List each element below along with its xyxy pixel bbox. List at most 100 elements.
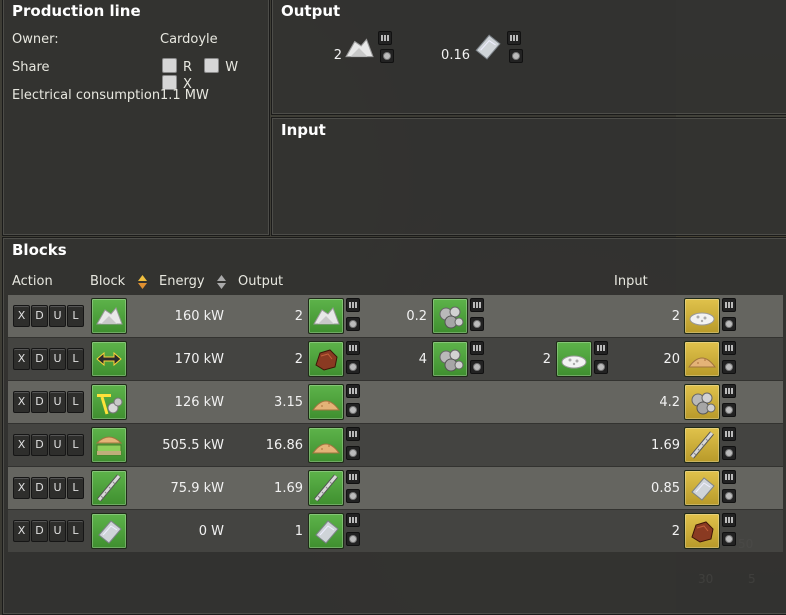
- input-panel: Input: [271, 117, 786, 236]
- factory-icon: [722, 513, 736, 527]
- output-item-button[interactable]: [308, 341, 344, 377]
- iron-ore-icon: [315, 349, 338, 371]
- input-value: 4.2: [659, 395, 680, 410]
- factory-icon: [470, 298, 484, 312]
- input-value: 2: [671, 524, 680, 539]
- gear-icon: [470, 317, 484, 331]
- factory-icon: [378, 31, 392, 45]
- block-recipe-button[interactable]: [91, 513, 127, 549]
- link-button[interactable]: L: [67, 348, 84, 370]
- output-item-button[interactable]: [308, 298, 344, 334]
- block-row: X D U L 75.9 kW 1.69 0.85: [8, 467, 783, 509]
- duplicate-button[interactable]: D: [31, 477, 48, 499]
- output-value: 1.69: [274, 481, 303, 496]
- input-item-button[interactable]: [684, 427, 720, 463]
- output-value: 3.15: [274, 395, 303, 410]
- output-item-button[interactable]: [308, 427, 344, 463]
- block-recipe-button[interactable]: [91, 470, 127, 506]
- up-button[interactable]: U: [49, 305, 66, 327]
- remove-button[interactable]: X: [13, 348, 30, 370]
- remove-button[interactable]: X: [13, 520, 30, 542]
- link-button[interactable]: L: [67, 477, 84, 499]
- output-value: 16.86: [265, 438, 303, 453]
- input-item-button[interactable]: [684, 341, 720, 377]
- remove-button[interactable]: X: [13, 391, 30, 413]
- energy-value: 75.9 kW: [170, 481, 224, 496]
- steel-plate-icon: [315, 520, 339, 544]
- factory-icon: [722, 298, 736, 312]
- share-write-label: W: [225, 60, 239, 75]
- block-recipe-button[interactable]: [91, 341, 127, 377]
- sand-bed-icon: [96, 436, 122, 456]
- input-item-button[interactable]: [684, 513, 720, 549]
- link-button[interactable]: L: [67, 520, 84, 542]
- crushed-stone-icon: [689, 312, 715, 326]
- input-item-button[interactable]: [684, 384, 720, 420]
- share-write-checkbox[interactable]: [204, 58, 220, 73]
- header-energy[interactable]: Energy: [159, 274, 205, 289]
- output-item-button[interactable]: [556, 341, 592, 377]
- duplicate-button[interactable]: D: [31, 348, 48, 370]
- duplicate-button[interactable]: D: [31, 434, 48, 456]
- factory-icon: [507, 31, 521, 45]
- steel-plate-icon: [98, 520, 122, 544]
- factory-icon: [470, 341, 484, 355]
- steel-plate-icon: [475, 34, 501, 60]
- stone-pile-icon: [345, 38, 374, 58]
- panel-title: Output: [281, 2, 341, 20]
- energy-value: 160 kW: [174, 309, 224, 324]
- up-button[interactable]: U: [49, 391, 66, 413]
- output-item-button[interactable]: [308, 513, 344, 549]
- factory-icon: [346, 384, 360, 398]
- input-item-button[interactable]: [684, 298, 720, 334]
- duplicate-button[interactable]: D: [31, 391, 48, 413]
- output-item-button[interactable]: [308, 470, 344, 506]
- output-item-button[interactable]: [432, 341, 468, 377]
- sand-icon: [312, 443, 340, 454]
- steel-rod-icon: [312, 474, 340, 502]
- duplicate-button[interactable]: D: [31, 305, 48, 327]
- output-value: 4: [418, 352, 427, 367]
- duplicate-button[interactable]: D: [31, 520, 48, 542]
- block-recipe-button[interactable]: [91, 384, 127, 420]
- share-read-checkbox[interactable]: [162, 58, 177, 73]
- iron-ore-icon: [691, 521, 714, 543]
- link-button[interactable]: L: [67, 434, 84, 456]
- link-button[interactable]: L: [67, 391, 84, 413]
- panel-title: Blocks: [12, 241, 67, 259]
- input-value: 1.69: [651, 438, 680, 453]
- up-button[interactable]: U: [49, 348, 66, 370]
- share-label: Share: [12, 60, 50, 75]
- link-button[interactable]: L: [67, 305, 84, 327]
- gear-icon: [346, 489, 360, 503]
- production-line-panel: Production line Owner: Cardoyle Share R …: [2, 0, 270, 236]
- block-recipe-button[interactable]: [91, 427, 127, 463]
- header-block[interactable]: Block: [90, 274, 125, 289]
- header-output: Output: [238, 274, 284, 289]
- energy-value: 505.5 kW: [162, 438, 224, 453]
- up-button[interactable]: U: [49, 477, 66, 499]
- gear-icon: [509, 49, 523, 63]
- output-panel: Output 2 0.16: [271, 0, 786, 115]
- output-item[interactable]: 2: [322, 29, 402, 65]
- energy-value: 170 kW: [174, 352, 224, 367]
- input-item-button[interactable]: [684, 470, 720, 506]
- output-amount: 2: [333, 48, 342, 63]
- gear-icon: [380, 49, 394, 63]
- remove-button[interactable]: X: [13, 434, 30, 456]
- output-item-button[interactable]: [308, 384, 344, 420]
- up-button[interactable]: U: [49, 434, 66, 456]
- factory-icon: [594, 341, 608, 355]
- output-amount: 0.16: [441, 48, 470, 63]
- output-item[interactable]: 0.16: [430, 29, 530, 65]
- sort-icon[interactable]: [217, 275, 226, 289]
- rock-icon: [439, 349, 464, 372]
- up-button[interactable]: U: [49, 520, 66, 542]
- remove-button[interactable]: X: [13, 305, 30, 327]
- output-value: 1: [294, 524, 303, 539]
- remove-button[interactable]: X: [13, 477, 30, 499]
- sort-icon[interactable]: [138, 275, 147, 289]
- output-item-button[interactable]: [432, 298, 468, 334]
- block-recipe-button[interactable]: [91, 298, 127, 334]
- output-value: 0.2: [406, 309, 427, 324]
